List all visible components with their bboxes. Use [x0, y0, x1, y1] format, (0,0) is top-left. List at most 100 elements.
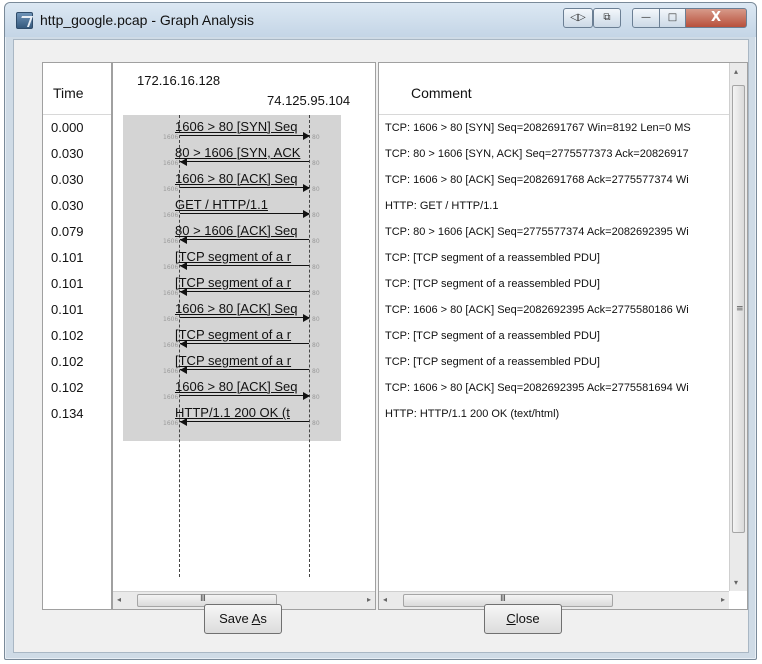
time-column-panel: Time 0.000 0.030 0.030 0.030 0.079 0.101 0.101… [42, 62, 112, 610]
comment-cell[interactable]: TCP: [TCP segment of a reassembled PDU] [385, 246, 715, 272]
left-port-label: 1606 [163, 394, 179, 401]
flow-arrow-label: 1606 > 80 [ACK] Seq [175, 379, 298, 394]
close-window-button[interactable]: X [685, 8, 747, 28]
comment-cell[interactable]: TCP: [TCP segment of a reassembled PDU] [385, 350, 715, 376]
flow-arrow-row[interactable]: 1606 > 80 [ACK] Seq 1606 80 [113, 168, 377, 194]
time-cell[interactable]: 0.102 [43, 376, 111, 402]
comment-cell[interactable]: TCP: [TCP segment of a reassembled PDU] [385, 324, 715, 350]
arrow-left-icon [180, 158, 187, 166]
save-as-button[interactable]: Save As [204, 604, 282, 634]
time-cell[interactable]: 0.000 [43, 116, 111, 142]
flow-arrow-line [180, 369, 309, 370]
left-port-label: 1606 [163, 290, 179, 297]
copy-window-icon[interactable]: ⧉ [593, 8, 621, 28]
wireshark-app-icon [16, 12, 33, 29]
time-cell[interactable]: 0.101 [43, 246, 111, 272]
flow-arrow-label: 1606 > 80 [SYN] Seq [175, 119, 298, 134]
left-port-label: 1606 [163, 368, 179, 375]
close-button[interactable]: Close [484, 604, 562, 634]
comment-cell[interactable]: TCP: 80 > 1606 [SYN, ACK] Seq=2775577373… [385, 142, 715, 168]
host-right-label: 74.125.95.104 [267, 93, 351, 108]
flow-arrow-row[interactable]: GET / HTTP/1.1 1606 80 [113, 194, 377, 220]
time-cell[interactable]: 0.102 [43, 350, 111, 376]
flow-arrow-label: 1606 > 80 [ACK] Seq [175, 171, 298, 186]
flow-arrow-row[interactable]: 1606 > 80 [ACK] Seq 1606 80 [113, 298, 377, 324]
flow-arrow-line [180, 395, 309, 396]
flow-arrow-line [180, 135, 309, 136]
arrow-left-icon [180, 366, 187, 374]
comment-column-header: Comment [379, 63, 747, 115]
time-cell[interactable]: 0.030 [43, 194, 111, 220]
time-cell[interactable]: 0.030 [43, 142, 111, 168]
flow-arrow-row[interactable]: 1606 > 80 [ACK] Seq 1606 80 [113, 376, 377, 402]
flow-arrow-row[interactable]: 1606 > 80 [SYN] Seq 1606 80 [113, 116, 377, 142]
comment-cell[interactable]: TCP: [TCP segment of a reassembled PDU] [385, 272, 715, 298]
flow-arrow-label: HTTP/1.1 200 OK (t [175, 405, 290, 420]
arrow-left-icon [180, 418, 187, 426]
flow-arrow-line [180, 317, 309, 318]
minimize-button[interactable]: — [632, 8, 660, 28]
time-cell[interactable]: 0.079 [43, 220, 111, 246]
flow-arrow-row[interactable]: [TCP segment of a r 1606 80 [113, 272, 377, 298]
comment-cell[interactable]: TCP: 1606 > 80 [ACK] Seq=2082692395 Ack=… [385, 376, 715, 402]
comment-cell[interactable]: HTTP: GET / HTTP/1.1 [385, 194, 715, 220]
left-port-label: 1606 [163, 342, 179, 349]
arrow-right-icon [303, 210, 310, 218]
scroll-left-icon[interactable]: ◂ [117, 595, 121, 604]
nav-arrows-icon[interactable]: ◁▷ [563, 8, 593, 28]
dialog-client-area: Time 0.000 0.030 0.030 0.030 0.079 0.101 0.101… [13, 39, 749, 653]
scroll-down-icon[interactable]: ▾ [734, 578, 738, 587]
vertical-grip-icon: ≡ [736, 304, 744, 314]
time-cell[interactable]: 0.030 [43, 168, 111, 194]
flow-arrow-label: [TCP segment of a r [175, 249, 292, 264]
flow-arrow-line [180, 213, 309, 214]
right-port-label: 80 [312, 394, 320, 401]
comment-cell[interactable]: TCP: 1606 > 80 [SYN] Seq=2082691767 Win=… [385, 116, 715, 142]
scroll-grip-icon: III [200, 594, 206, 604]
comment-cell[interactable]: TCP: 1606 > 80 [ACK] Seq=2082692395 Ack=… [385, 298, 715, 324]
time-column-header: Time [43, 63, 111, 115]
flow-arrow-line [180, 187, 309, 188]
flow-arrow-line [180, 265, 309, 266]
right-port-label: 80 [312, 160, 320, 167]
time-cell[interactable]: 0.101 [43, 272, 111, 298]
right-port-label: 80 [312, 342, 320, 349]
scroll-left-icon[interactable]: ◂ [383, 595, 387, 604]
comment-panel[interactable]: Comment TCP: 1606 > 80 [SYN] Seq=2082691… [378, 62, 748, 610]
flow-arrow-line [180, 421, 309, 422]
flow-arrow-row[interactable]: [TCP segment of a r 1606 80 [113, 324, 377, 350]
left-port-label: 1606 [163, 264, 179, 271]
flow-arrow-label: GET / HTTP/1.1 [175, 197, 268, 212]
comment-cell[interactable]: HTTP: HTTP/1.1 200 OK (text/html) [385, 402, 715, 428]
vertical-scroll-thumb[interactable]: ≡ [732, 85, 745, 533]
right-port-label: 80 [312, 134, 320, 141]
flow-arrow-row[interactable]: [TCP segment of a r 1606 80 [113, 246, 377, 272]
time-cell[interactable]: 0.101 [43, 298, 111, 324]
flow-arrow-label: [TCP segment of a r [175, 353, 292, 368]
time-cell[interactable]: 0.134 [43, 402, 111, 428]
time-cell[interactable]: 0.102 [43, 324, 111, 350]
comment-cell[interactable]: TCP: 80 > 1606 [ACK] Seq=2775577374 Ack=… [385, 220, 715, 246]
scroll-right-icon[interactable]: ▸ [367, 595, 371, 604]
scroll-up-icon[interactable]: ▴ [734, 67, 738, 76]
flow-arrow-row[interactable]: HTTP/1.1 200 OK (t 1606 80 [113, 402, 377, 428]
arrow-left-icon [180, 288, 187, 296]
scroll-right-icon[interactable]: ▸ [721, 595, 725, 604]
right-port-label: 80 [312, 264, 320, 271]
left-port-label: 1606 [163, 212, 179, 219]
scroll-grip-icon: III [500, 594, 506, 604]
flow-arrow-line [180, 291, 309, 292]
window-title: http_google.pcap - Graph Analysis [40, 12, 255, 28]
title-bar[interactable]: http_google.pcap - Graph Analysis ◁▷ ⧉ —… [5, 3, 756, 37]
flow-arrow-line [180, 343, 309, 344]
comment-vertical-scrollbar[interactable]: ▴ ≡ ▾ [729, 63, 747, 591]
comment-cell[interactable]: TCP: 1606 > 80 [ACK] Seq=2082691768 Ack=… [385, 168, 715, 194]
flow-arrow-label: 80 > 1606 [ACK] Seq [175, 223, 298, 238]
flow-arrow-row[interactable]: 80 > 1606 [SYN, ACK 1606 80 [113, 142, 377, 168]
flow-arrow-row[interactable]: [TCP segment of a r 1606 80 [113, 350, 377, 376]
maximize-button[interactable]: □ [659, 8, 686, 28]
flow-arrow-row[interactable]: 80 > 1606 [ACK] Seq 1606 80 [113, 220, 377, 246]
save-as-label: Save As [219, 611, 267, 626]
flow-graph-panel[interactable]: 172.16.16.128 74.125.95.104 1606 > 80 [S… [112, 62, 376, 610]
flow-arrow-label: [TCP segment of a r [175, 327, 292, 342]
